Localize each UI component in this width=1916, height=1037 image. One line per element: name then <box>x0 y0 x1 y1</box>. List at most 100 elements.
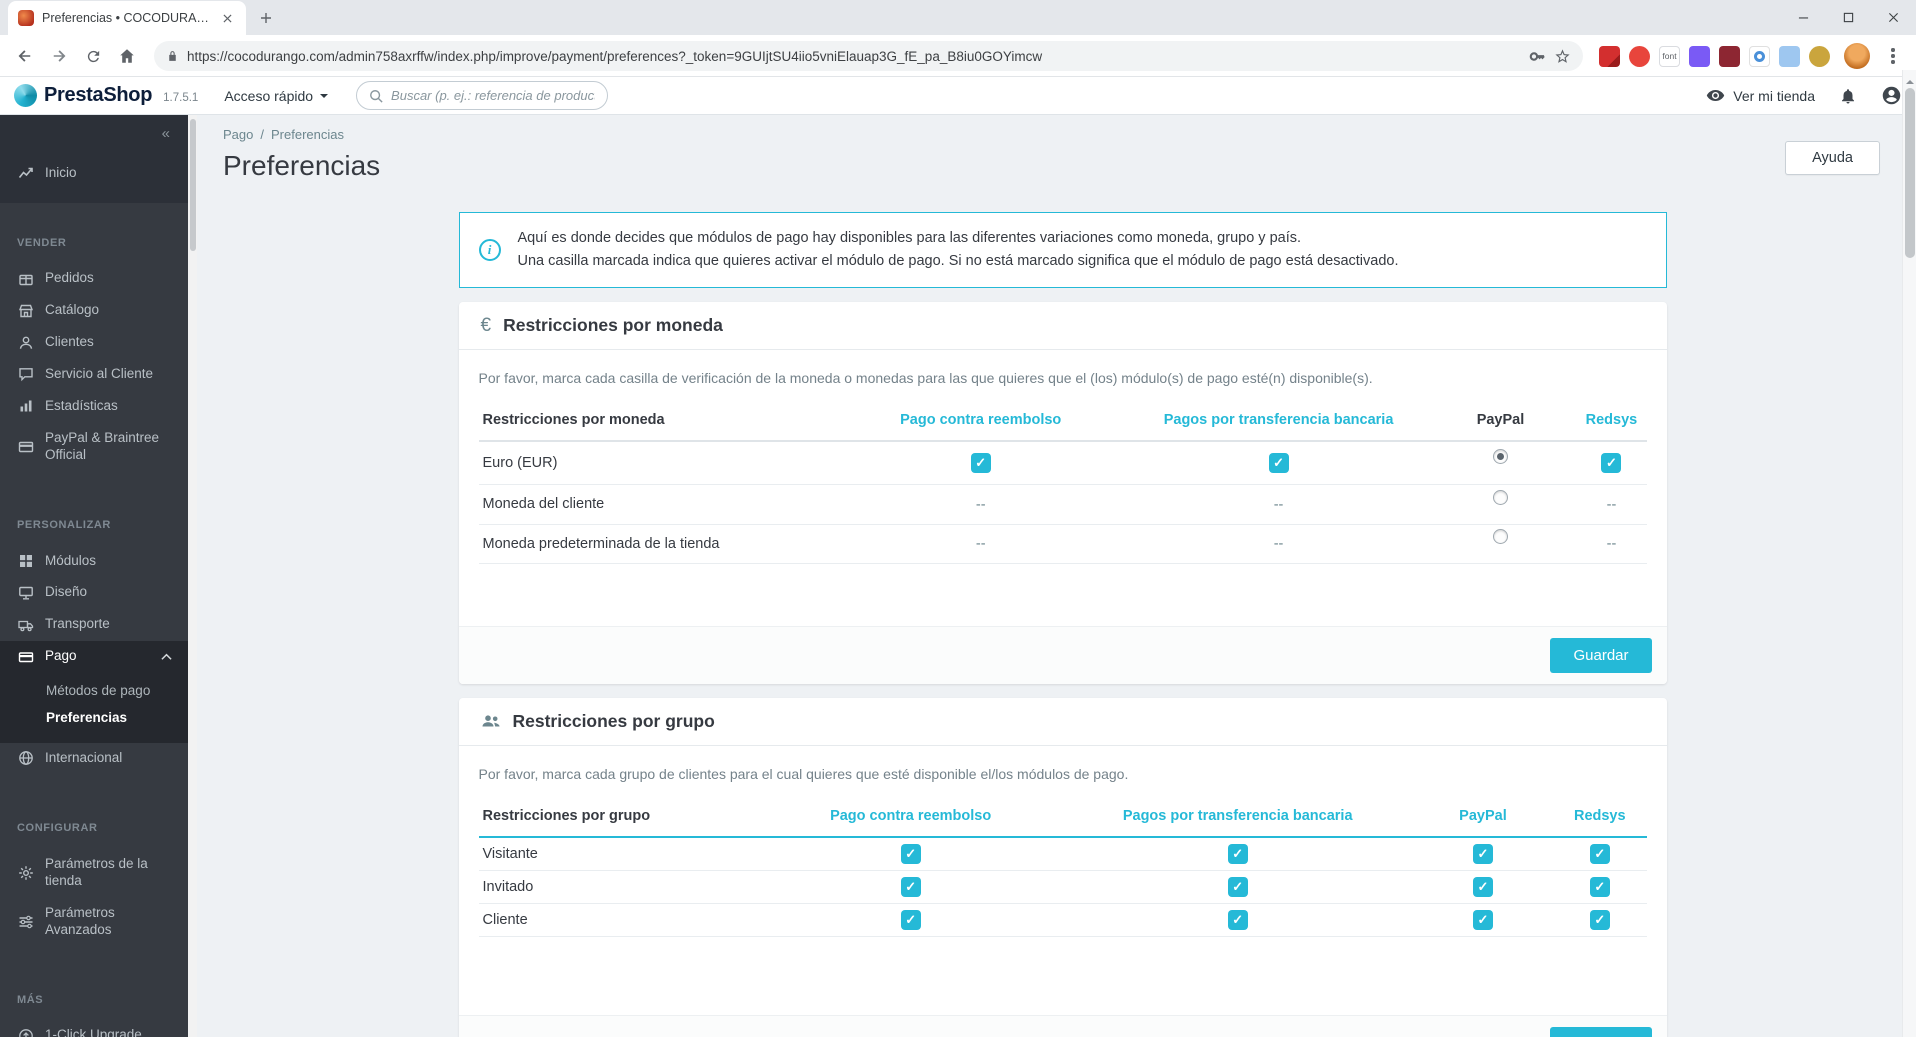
sidebar-item-inicio[interactable]: Inicio <box>0 157 188 189</box>
sidebar-item-label: Internacional <box>45 750 123 765</box>
browser-tab[interactable]: Preferencias • COCODURANGO <box>8 1 246 35</box>
column-header-cod-module[interactable]: Pago contra reembolso <box>828 402 1133 443</box>
pdf-extension-icon[interactable] <box>1599 45 1620 67</box>
save-button[interactable]: Guardar <box>1550 1026 1652 1037</box>
sidebar-item-label: Transporte <box>45 616 110 632</box>
sidebar-item-1-click-upgrade[interactable]: 1-Click Upgrade <box>0 1020 188 1037</box>
reload-button[interactable] <box>78 41 108 71</box>
window-maximize-button[interactable] <box>1826 0 1871 35</box>
scrollbar-up-arrow[interactable] <box>1906 76 1914 84</box>
cod-invitado-checkbox[interactable]: ✓ <box>900 876 921 897</box>
currency-table-header-row: Restricciones por moneda Pago contra ree… <box>478 402 1647 443</box>
paypal-cliente-checkbox[interactable]: ✓ <box>1472 909 1493 930</box>
font-extension-icon[interactable]: font <box>1659 45 1680 67</box>
site-favicon-icon <box>18 10 34 26</box>
page-scrollbar[interactable] <box>1902 70 1916 1037</box>
cod-cliente-checkbox[interactable]: ✓ <box>900 909 921 930</box>
monitor-icon <box>17 585 34 601</box>
currency-card-title: Restricciones por moneda <box>503 315 723 336</box>
padlock-icon <box>169 50 176 61</box>
info-icon: i <box>478 239 501 262</box>
quick-access-dropdown[interactable]: Acceso rápido <box>224 88 329 104</box>
sidebar-item-label: Pedidos <box>45 270 94 286</box>
sidebar-item-internacional[interactable]: Internacional <box>0 743 188 775</box>
sidebar-item-pago[interactable]: Pago <box>0 641 188 673</box>
column-header-paypal-module[interactable]: PayPal <box>1412 797 1554 838</box>
window-close-button[interactable] <box>1871 0 1916 35</box>
account-icon[interactable] <box>1881 85 1902 106</box>
sidebar-item-paypal-braintree[interactable]: PayPal & Braintree Official <box>0 422 188 471</box>
browser-navbar: https://cocodurango.com/admin758axrffw/i… <box>0 35 1916 77</box>
gear-icon <box>17 865 34 881</box>
paypal-customer-radio[interactable] <box>1492 490 1508 506</box>
window-minimize-button[interactable] <box>1781 0 1826 35</box>
search-input[interactable] <box>391 88 596 103</box>
paypal-default-radio[interactable] <box>1492 529 1508 545</box>
sidebar-subitem-preferencias[interactable]: Preferencias <box>0 704 188 731</box>
tan-extension-icon[interactable] <box>1809 45 1830 67</box>
paypal-invitado-checkbox[interactable]: ✓ <box>1472 876 1493 897</box>
redsys-euro-checkbox[interactable]: ✓ <box>1601 453 1622 474</box>
sidebar-item-estadisticas[interactable]: Estadísticas <box>0 390 188 422</box>
new-tab-button[interactable] <box>252 4 280 32</box>
bookmark-star-icon[interactable] <box>1554 48 1571 65</box>
tab-close-icon[interactable] <box>218 9 236 27</box>
wire-invitado-checkbox[interactable]: ✓ <box>1227 876 1248 897</box>
page-scrollbar-thumb[interactable] <box>1905 88 1915 258</box>
purple-extension-icon[interactable] <box>1689 45 1710 67</box>
wire-visitante-checkbox[interactable]: ✓ <box>1227 843 1248 864</box>
group-card-description: Por favor, marca cada grupo de clientes … <box>478 765 1129 782</box>
breadcrumb-current: Preferencias <box>271 127 344 142</box>
column-header-wire-module[interactable]: Pagos por transferencia bancaria <box>1062 797 1413 838</box>
column-header-redsys-module[interactable]: Redsys <box>1553 797 1647 838</box>
help-button[interactable]: Ayuda <box>1785 141 1880 175</box>
sidebar-item-modulos[interactable]: Módulos <box>0 545 188 577</box>
column-header-wire-module[interactable]: Pagos por transferencia bancaria <box>1132 402 1425 443</box>
adblock-extension-icon[interactable] <box>1629 45 1650 67</box>
forward-button[interactable] <box>44 41 74 71</box>
sidebar-item-pedidos[interactable]: Pedidos <box>0 263 188 295</box>
blue-extension-icon[interactable] <box>1779 45 1800 67</box>
breadcrumb-parent[interactable]: Pago <box>223 127 253 142</box>
redsys-invitado-checkbox[interactable]: ✓ <box>1589 876 1610 897</box>
prestashop-logo[interactable]: PrestaShop 1.7.5.1 <box>14 84 198 107</box>
sidebar-collapse-button[interactable]: « <box>0 123 188 147</box>
sidebar-item-diseno[interactable]: Diseño <box>0 577 188 609</box>
browser-menu-icon[interactable] <box>1880 43 1906 69</box>
redsys-cliente-checkbox[interactable]: ✓ <box>1589 909 1610 930</box>
notifications-bell-icon[interactable] <box>1839 87 1857 105</box>
currency-card-header: € Restricciones por moneda <box>458 302 1667 351</box>
cod-visitante-checkbox[interactable]: ✓ <box>900 843 921 864</box>
wire-cliente-checkbox[interactable]: ✓ <box>1227 909 1248 930</box>
sidebar-item-catalogo[interactable]: Catálogo <box>0 295 188 327</box>
sidebar-item-parametros-tienda[interactable]: Parámetros de la tienda <box>0 848 188 897</box>
save-button[interactable]: Guardar <box>1550 637 1652 673</box>
sidebar-item-parametros-avanzados[interactable]: Parámetros Avanzados <box>0 897 188 946</box>
search-icon <box>370 89 383 103</box>
paypal-visitante-checkbox[interactable]: ✓ <box>1472 843 1493 864</box>
sidebar-scrollbar[interactable] <box>188 115 197 1037</box>
sidebar-subitem-metodos-de-pago[interactable]: Métodos de pago <box>0 677 188 704</box>
sidebar-section-personalizar: PERSONALIZAR Módulos Diseño Transporte P… <box>0 485 188 774</box>
address-bar[interactable]: https://cocodurango.com/admin758axrffw/i… <box>154 41 1583 71</box>
wire-customer-cell: ✓-- <box>1273 496 1284 513</box>
password-key-icon[interactable] <box>1529 48 1546 65</box>
column-header-redsys-module[interactable]: Redsys <box>1576 402 1647 443</box>
profile-avatar[interactable] <box>1844 43 1870 69</box>
page-title: Preferencias <box>223 150 381 181</box>
loupe-extension-icon[interactable] <box>1749 45 1770 67</box>
column-header-cod-module[interactable]: Pago contra reembolso <box>758 797 1063 838</box>
wire-euro-checkbox[interactable]: ✓ <box>1268 453 1289 474</box>
back-button[interactable] <box>10 41 40 71</box>
view-shop-link[interactable]: Ver mi tienda <box>1706 86 1815 105</box>
cod-euro-checkbox[interactable]: ✓ <box>970 453 991 474</box>
paypal-euro-radio[interactable] <box>1492 449 1508 465</box>
sidebar-item-transporte[interactable]: Transporte <box>0 609 188 641</box>
darkred-extension-icon[interactable] <box>1719 45 1740 67</box>
sidebar-scrollbar-thumb[interactable] <box>189 119 196 251</box>
sidebar-item-servicio-al-cliente[interactable]: Servicio al Cliente <box>0 359 188 391</box>
home-button[interactable] <box>112 41 142 71</box>
sidebar-item-clientes[interactable]: Clientes <box>0 327 188 359</box>
redsys-visitante-checkbox[interactable]: ✓ <box>1589 843 1610 864</box>
admin-search[interactable] <box>356 81 609 110</box>
